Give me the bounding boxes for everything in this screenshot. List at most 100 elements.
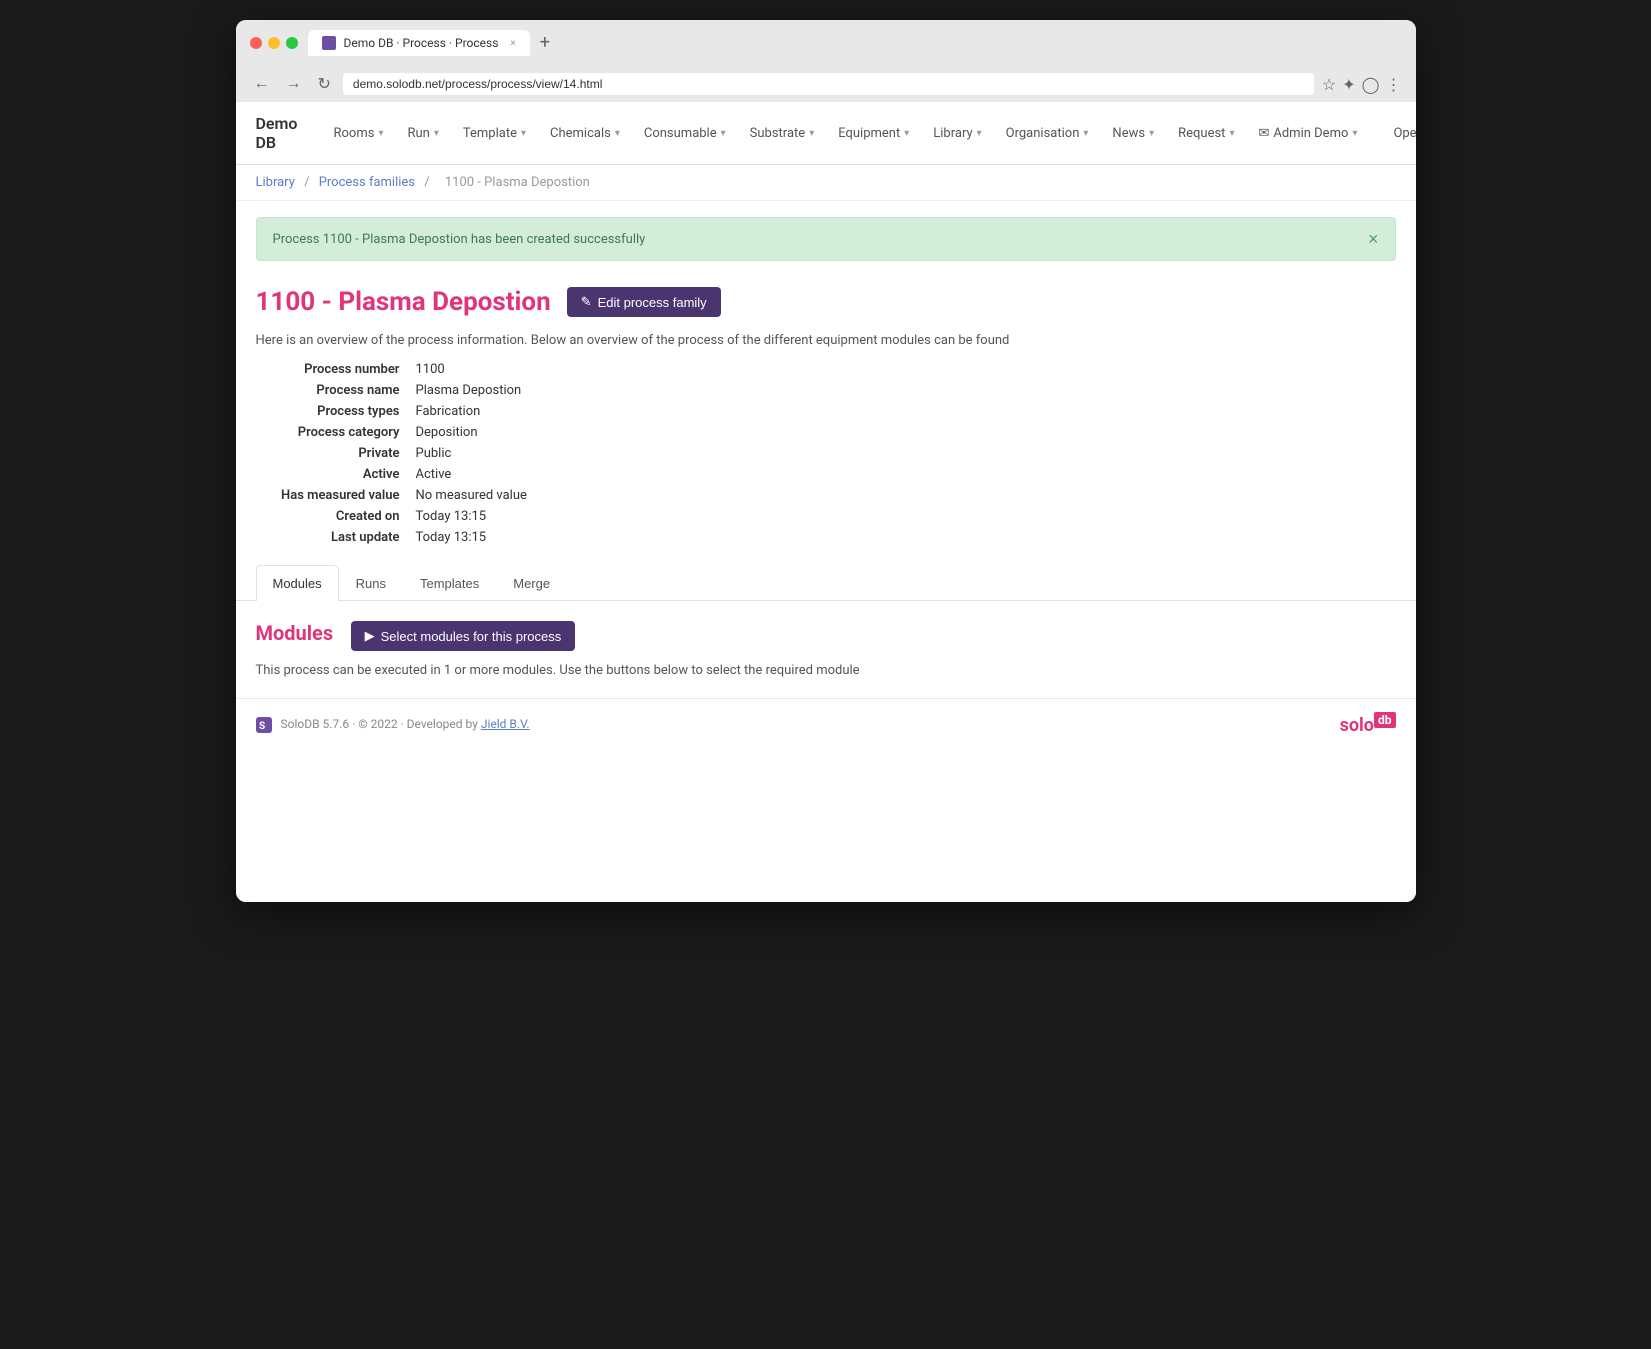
- back-button[interactable]: ←: [250, 73, 274, 95]
- new-tab-button[interactable]: +: [540, 34, 550, 52]
- nav-label-consumable: Consumable: [644, 126, 717, 141]
- page-footer: S SoloDB 5.7.6 · © 2022 · Developed by J…: [236, 698, 1416, 750]
- label-created-on: Created on: [256, 509, 416, 524]
- process-info: Process number 1100 Process name Plasma …: [236, 362, 1416, 565]
- nav-items: Rooms ▾ Run ▾ Template ▾ Chemicals ▾ Con…: [321, 114, 1246, 153]
- modules-description: This process can be executed in 1 or mor…: [256, 663, 1396, 678]
- forward-button[interactable]: →: [282, 73, 306, 95]
- breadcrumb-library[interactable]: Library: [256, 175, 295, 190]
- nav-item-template[interactable]: Template ▾: [451, 114, 538, 153]
- footer-copyright: SoloDB 5.7.6 · © 2022 · Developed by: [280, 717, 480, 731]
- nav-label-template: Template: [463, 126, 517, 141]
- select-modules-button[interactable]: ▶ Select modules for this process: [351, 621, 576, 651]
- browser-actions: ☆ ✦ ◯ ⋮: [1322, 75, 1402, 94]
- process-description: Here is an overview of the process infor…: [236, 333, 1416, 362]
- refresh-button[interactable]: ↻: [314, 72, 335, 96]
- label-process-category: Process category: [256, 425, 416, 440]
- cursor-icon: ▶: [365, 628, 375, 644]
- address-bar-row: ← → ↻ ☆ ✦ ◯ ⋮: [236, 66, 1416, 102]
- navbar: Demo DB Rooms ▾ Run ▾ Template ▾ Chemica…: [236, 102, 1416, 165]
- value-has-measured-value: No measured value: [416, 488, 756, 503]
- tab-favicon: [322, 36, 336, 50]
- navbar-right: ✉ Admin Demo ▾ Operator Admin: [1246, 114, 1415, 153]
- nav-label-equipment: Equipment: [838, 126, 900, 141]
- tab-templates[interactable]: Templates: [403, 565, 496, 601]
- breadcrumb-separator-2: /: [424, 175, 429, 190]
- tab-merge[interactable]: Merge: [496, 565, 567, 601]
- profile-icon[interactable]: ◯: [1362, 75, 1380, 94]
- minimize-button[interactable]: [268, 37, 280, 49]
- nav-item-news[interactable]: News ▾: [1100, 114, 1166, 153]
- chevron-down-icon: ▾: [378, 128, 383, 139]
- select-modules-label: Select modules for this process: [381, 629, 562, 644]
- chevron-down-icon: ▾: [721, 128, 726, 139]
- navbar-brand[interactable]: Demo DB: [256, 102, 314, 164]
- success-alert: Process 1100 - Plasma Depostion has been…: [256, 217, 1396, 261]
- alert-message: Process 1100 - Plasma Depostion has been…: [273, 232, 646, 247]
- nav-item-rooms[interactable]: Rooms ▾: [321, 114, 395, 153]
- nav-label-library: Library: [933, 126, 972, 141]
- breadcrumb-separator-1: /: [304, 175, 309, 190]
- nav-label-chemicals: Chemicals: [550, 126, 611, 141]
- breadcrumb: Library / Process families / 1100 - Plas…: [236, 165, 1416, 201]
- maximize-button[interactable]: [286, 37, 298, 49]
- address-input[interactable]: [343, 73, 1314, 95]
- footer-logo-solo: solo: [1340, 715, 1374, 736]
- nav-item-operator[interactable]: Operator: [1381, 114, 1415, 153]
- footer-logo: solodb: [1340, 713, 1396, 736]
- nav-item-run[interactable]: Run ▾: [395, 114, 450, 153]
- footer-db-icon: S: [256, 717, 281, 731]
- nav-item-consumable[interactable]: Consumable ▾: [632, 114, 738, 153]
- chevron-down-icon: ▾: [434, 128, 439, 139]
- tab-modules[interactable]: Modules: [256, 565, 339, 601]
- chevron-down-icon: ▾: [1352, 128, 1357, 139]
- nav-item-substrate[interactable]: Substrate ▾: [738, 114, 827, 153]
- value-process-category: Deposition: [416, 425, 756, 440]
- chevron-down-icon: ▾: [904, 128, 909, 139]
- chevron-down-icon: ▾: [809, 128, 814, 139]
- tab-runs[interactable]: Runs: [339, 565, 403, 601]
- alert-close-button[interactable]: ×: [1368, 230, 1379, 248]
- label-active: Active: [256, 467, 416, 482]
- nav-label-organisation: Organisation: [1006, 126, 1080, 141]
- process-header: 1100 - Plasma Depostion ✎ Edit process f…: [236, 277, 1416, 333]
- info-table: Process number 1100 Process name Plasma …: [256, 362, 756, 545]
- breadcrumb-process-families[interactable]: Process families: [319, 175, 415, 190]
- label-last-update: Last update: [256, 530, 416, 545]
- svg-text:S: S: [259, 721, 265, 732]
- nav-label-request: Request: [1178, 126, 1225, 141]
- label-private: Private: [256, 446, 416, 461]
- modules-section-title: Modules: [256, 621, 334, 645]
- nav-item-request[interactable]: Request ▾: [1166, 114, 1246, 153]
- value-created-on: Today 13:15: [416, 509, 756, 524]
- chevron-down-icon: ▾: [521, 128, 526, 139]
- modules-tab-content: Modules ▶ Select modules for this proces…: [236, 601, 1416, 698]
- close-button[interactable]: [250, 37, 262, 49]
- page-content: Demo DB Rooms ▾ Run ▾ Template ▾ Chemica…: [236, 102, 1416, 902]
- nav-label-run: Run: [407, 126, 429, 141]
- menu-icon[interactable]: ⋮: [1386, 75, 1402, 94]
- footer-company-link[interactable]: Jield B.V.: [481, 717, 530, 731]
- extensions-icon[interactable]: ✦: [1342, 75, 1355, 94]
- tab-close-button[interactable]: ×: [510, 38, 515, 49]
- nav-item-library[interactable]: Library ▾: [921, 114, 993, 153]
- label-has-measured-value: Has measured value: [256, 488, 416, 503]
- nav-label-operator: Operator: [1393, 126, 1415, 141]
- value-process-number: 1100: [416, 362, 756, 377]
- nav-label-substrate: Substrate: [750, 126, 806, 141]
- label-process-types: Process types: [256, 404, 416, 419]
- browser-tab[interactable]: Demo DB · Process · Process ×: [308, 30, 530, 56]
- nav-label-admin-demo: Admin Demo: [1273, 126, 1348, 141]
- nav-item-admin-demo[interactable]: ✉ Admin Demo ▾: [1246, 114, 1369, 153]
- edit-process-family-button[interactable]: ✎ Edit process family: [567, 287, 721, 317]
- nav-item-organisation[interactable]: Organisation ▾: [994, 114, 1101, 153]
- label-process-number: Process number: [256, 362, 416, 377]
- value-private: Public: [416, 446, 756, 461]
- nav-item-equipment[interactable]: Equipment ▾: [826, 114, 921, 153]
- chevron-down-icon: ▾: [1083, 128, 1088, 139]
- traffic-lights: [250, 37, 298, 49]
- bookmark-icon[interactable]: ☆: [1322, 75, 1336, 94]
- chevron-down-icon: ▾: [615, 128, 620, 139]
- nav-label-news: News: [1112, 126, 1145, 141]
- nav-item-chemicals[interactable]: Chemicals ▾: [538, 114, 632, 153]
